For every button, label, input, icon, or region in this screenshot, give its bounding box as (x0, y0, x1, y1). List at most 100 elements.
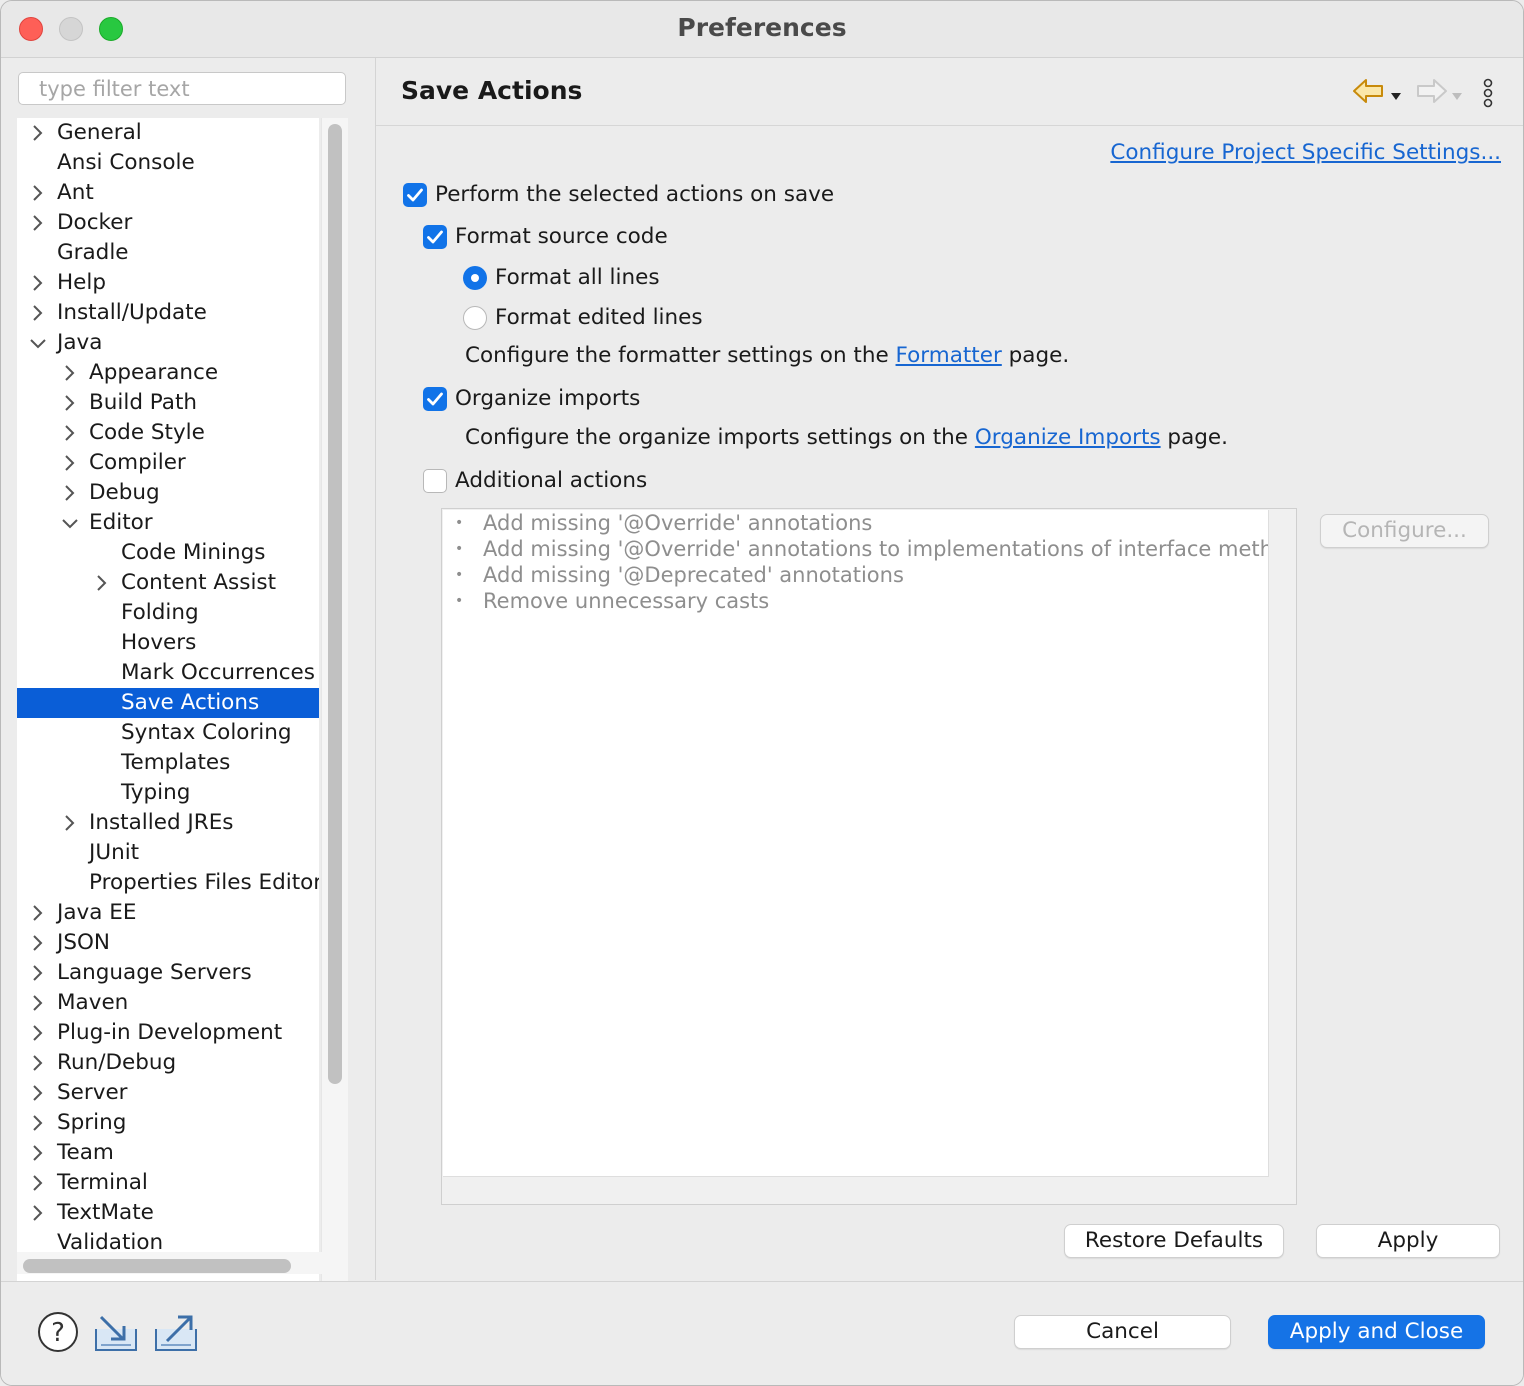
chevron-right-icon[interactable] (27, 1018, 47, 1048)
chevron-right-icon[interactable] (27, 928, 47, 958)
chevron-right-icon[interactable] (27, 118, 47, 148)
forward-dropdown-icon (1451, 86, 1463, 105)
tree-item[interactable]: Ansi Console (17, 148, 319, 178)
tree-item[interactable]: Java (17, 328, 319, 358)
tree-item[interactable]: Appearance (17, 358, 319, 388)
tree-item[interactable]: Spring (17, 1108, 319, 1138)
filter-input[interactable] (18, 72, 346, 105)
formatter-link[interactable]: Formatter (896, 343, 1002, 368)
tree-item[interactable]: Syntax Coloring (17, 718, 319, 748)
tree-item[interactable]: Ant (17, 178, 319, 208)
tree-horizontal-scroll-thumb[interactable] (23, 1259, 291, 1273)
chevron-right-icon[interactable] (27, 1048, 47, 1078)
tree-item[interactable]: Plug-in Development (17, 1018, 319, 1048)
chevron-right-icon[interactable] (27, 298, 47, 328)
tree-item[interactable]: Debug (17, 478, 319, 508)
chevron-right-icon[interactable] (59, 448, 79, 478)
tree-item[interactable]: Build Path (17, 388, 319, 418)
tree-item[interactable]: Mark Occurrences (17, 658, 319, 688)
tree-vertical-scroll-thumb[interactable] (328, 124, 342, 1084)
tree-item[interactable]: Server (17, 1078, 319, 1108)
perform-on-save-checkbox[interactable] (403, 183, 427, 207)
tree-item[interactable]: TextMate (17, 1198, 319, 1228)
export-icon[interactable] (153, 1311, 199, 1357)
organize-imports-checkbox[interactable] (423, 387, 447, 411)
tree-item[interactable]: General (17, 118, 319, 148)
apply-and-close-button[interactable]: Apply and Close (1268, 1315, 1485, 1349)
tree-item[interactable]: Code Style (17, 418, 319, 448)
tree-item[interactable]: Editor (17, 508, 319, 538)
tree-item[interactable]: JUnit (17, 838, 319, 868)
tree-item-label: Help (57, 270, 107, 295)
title-bar: Preferences (1, 1, 1523, 58)
tree-item-label: Install/Update (57, 300, 207, 325)
more-vertical-icon[interactable] (1478, 78, 1498, 114)
tree-item[interactable]: Help (17, 268, 319, 298)
list-item: • Add missing '@Deprecated' annotations (443, 562, 1268, 588)
organize-imports-link[interactable]: Organize Imports (975, 425, 1161, 450)
tree-item-label: Team (57, 1140, 114, 1165)
chevron-right-icon[interactable] (27, 208, 47, 238)
tree-item[interactable]: Properties Files Editor (17, 868, 319, 898)
additional-actions-checkbox[interactable] (423, 469, 447, 493)
help-icon[interactable]: ? (37, 1311, 79, 1357)
chevron-right-icon[interactable] (27, 988, 47, 1018)
tree-item-label: JUnit (89, 840, 140, 865)
configure-project-settings-link[interactable]: Configure Project Specific Settings... (1110, 140, 1501, 165)
format-edited-lines-radio[interactable] (463, 306, 487, 330)
tree-item[interactable]: Installed JREs (17, 808, 319, 838)
tree-item-label: Spring (57, 1110, 127, 1135)
chevron-right-icon[interactable] (27, 178, 47, 208)
apply-button[interactable]: Apply (1316, 1224, 1500, 1258)
import-icon[interactable] (93, 1311, 139, 1357)
page-title: Save Actions (401, 76, 583, 105)
tree-item-label: Mark Occurrences (121, 660, 315, 685)
chevron-right-icon[interactable] (59, 808, 79, 838)
format-all-lines-label: Format all lines (495, 265, 660, 290)
chevron-right-icon[interactable] (59, 478, 79, 508)
chevron-right-icon[interactable] (27, 958, 47, 988)
chevron-right-icon[interactable] (27, 1168, 47, 1198)
tree-item[interactable]: Run/Debug (17, 1048, 319, 1078)
format-all-lines-radio[interactable] (463, 266, 487, 290)
formatter-info-after: page. (1001, 343, 1070, 368)
chevron-right-icon[interactable] (59, 418, 79, 448)
chevron-right-icon[interactable] (27, 898, 47, 928)
tree-item[interactable]: JSON (17, 928, 319, 958)
chevron-right-icon[interactable] (59, 388, 79, 418)
tree-item[interactable]: Content Assist (17, 568, 319, 598)
tree-item[interactable]: Java EE (17, 898, 319, 928)
tree-item-label: Appearance (89, 360, 219, 385)
tree-item-label: Gradle (57, 240, 129, 265)
tree-item[interactable]: Code Minings (17, 538, 319, 568)
tree-item[interactable]: Language Servers (17, 958, 319, 988)
tree-item[interactable]: Docker (17, 208, 319, 238)
tree-item[interactable]: Maven (17, 988, 319, 1018)
format-source-checkbox[interactable] (423, 225, 447, 249)
tree-item[interactable]: Typing (17, 778, 319, 808)
tree-item[interactable]: Templates (17, 748, 319, 778)
tree-item[interactable]: Install/Update (17, 298, 319, 328)
back-arrow-icon[interactable] (1352, 76, 1386, 110)
chevron-down-icon[interactable] (27, 328, 47, 358)
chevron-right-icon[interactable] (91, 568, 111, 598)
tree-item[interactable]: Compiler (17, 448, 319, 478)
tree-item-label: Docker (57, 210, 133, 235)
restore-defaults-button[interactable]: Restore Defaults (1064, 1224, 1284, 1258)
chevron-right-icon[interactable] (27, 268, 47, 298)
tree-item[interactable]: Save Actions (17, 688, 319, 718)
tree-item[interactable]: Hovers (17, 628, 319, 658)
tree-item[interactable]: Terminal (17, 1168, 319, 1198)
chevron-right-icon[interactable] (27, 1198, 47, 1228)
tree-item[interactable]: Folding (17, 598, 319, 628)
cancel-button[interactable]: Cancel (1014, 1315, 1231, 1349)
tree-item-label: Java (57, 330, 103, 355)
chevron-right-icon[interactable] (27, 1078, 47, 1108)
chevron-down-icon[interactable] (59, 508, 79, 538)
chevron-right-icon[interactable] (27, 1108, 47, 1138)
chevron-right-icon[interactable] (59, 358, 79, 388)
tree-item[interactable]: Team (17, 1138, 319, 1168)
back-dropdown-icon[interactable] (1390, 86, 1402, 105)
chevron-right-icon[interactable] (27, 1138, 47, 1168)
tree-item[interactable]: Gradle (17, 238, 319, 268)
